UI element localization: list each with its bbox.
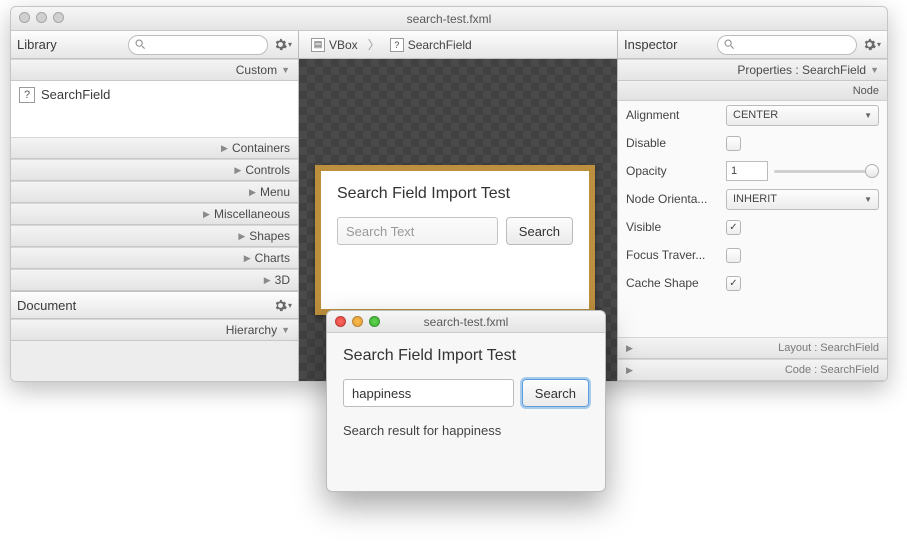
prop-row-disable: Disable (618, 129, 887, 157)
gear-icon (863, 38, 876, 51)
prop-row-opacity: Opacity 1 (618, 157, 887, 185)
window-title: search-test.fxml (407, 12, 492, 26)
prop-row-focus: Focus Traver... (618, 241, 887, 269)
chevron-right-icon: ▶ (626, 365, 633, 376)
library-menu-button[interactable]: ▾ (274, 36, 292, 54)
library-section-shapes[interactable]: ▶Shapes (11, 225, 298, 247)
library-section-custom[interactable]: Custom ▼ (11, 59, 298, 81)
chevron-down-icon: ▾ (288, 301, 292, 310)
chevron-right-icon: ▶ (238, 231, 245, 242)
zoom-icon[interactable] (369, 316, 380, 327)
opacity-slider[interactable] (774, 161, 879, 181)
disable-checkbox[interactable] (726, 136, 741, 151)
preview-search-button[interactable]: Search (522, 379, 589, 407)
selected-component[interactable]: Search Field Import Test Search Text Sea… (315, 165, 595, 315)
preview-window-controls (335, 316, 380, 327)
prop-row-node-orientation: Node Orienta... INHERIT▼ (618, 185, 887, 213)
document-menu-button[interactable]: ▾ (274, 296, 292, 314)
gear-icon (274, 38, 287, 51)
chevron-down-icon: ▼ (864, 111, 872, 120)
inspector-footer: ▶ Layout : SearchField ▶ Code : SearchFi… (618, 337, 887, 381)
chevron-down-icon: ▼ (864, 195, 872, 204)
inspector-section-layout[interactable]: ▶ Layout : SearchField (618, 337, 887, 359)
prop-row-visible: Visible ✓ (618, 213, 887, 241)
inspector-body: Node Alignment CENTER▼ Disable Opacity 1 (618, 81, 887, 337)
unknown-component-icon: ? (390, 38, 404, 52)
search-icon (724, 39, 735, 50)
library-custom-body: ? SearchField (11, 81, 298, 137)
prop-row-alignment: Alignment CENTER▼ (618, 101, 887, 129)
alignment-combo[interactable]: CENTER▼ (726, 105, 879, 126)
unknown-component-icon: ? (19, 87, 35, 103)
chevron-right-icon: ▶ (249, 187, 256, 198)
chevron-down-icon: ▼ (281, 325, 290, 335)
inspector-section-code[interactable]: ▶ Code : SearchField (618, 359, 887, 381)
gear-icon (274, 299, 287, 312)
close-icon[interactable] (335, 316, 346, 327)
document-title: Document (17, 298, 76, 313)
chevron-down-icon: ▾ (288, 40, 292, 49)
chevron-right-icon: ▶ (234, 165, 241, 176)
close-icon[interactable] (19, 12, 30, 23)
zoom-icon[interactable] (53, 12, 64, 23)
main-titlebar[interactable]: search-test.fxml (11, 7, 887, 31)
library-header: Library ▾ (11, 31, 298, 59)
preview-titlebar[interactable]: search-test.fxml (327, 311, 605, 333)
canvas-heading: Search Field Import Test (337, 185, 573, 203)
chevron-down-icon: ▾ (877, 40, 881, 49)
search-text-field[interactable]: Search Text (337, 217, 498, 245)
chevron-right-icon: ▶ (221, 143, 228, 154)
preview-title: search-test.fxml (424, 315, 509, 329)
library-section-containers[interactable]: ▶Containers (11, 137, 298, 159)
library-title: Library (17, 37, 57, 52)
breadcrumb-item-searchfield[interactable]: ? SearchField (386, 36, 476, 54)
inspector-title: Inspector (624, 37, 677, 52)
breadcrumb: ▤ VBox 〉 ? SearchField (299, 31, 617, 59)
window-controls (19, 12, 64, 23)
chevron-right-icon: ▶ (626, 343, 633, 354)
focus-traversable-checkbox[interactable] (726, 248, 741, 263)
chevron-right-icon: ▶ (203, 209, 210, 220)
library-section-charts[interactable]: ▶Charts (11, 247, 298, 269)
document-section-hierarchy[interactable]: Hierarchy ▼ (11, 319, 298, 341)
chevron-right-icon: ▶ (244, 253, 251, 264)
chevron-down-icon: ▼ (281, 65, 290, 75)
breadcrumb-item-vbox[interactable]: ▤ VBox (307, 36, 362, 54)
library-search-input[interactable] (128, 35, 268, 55)
visible-checkbox[interactable]: ✓ (726, 220, 741, 235)
inspector-panel: Inspector ▾ Properties : SearchField ▼ N… (617, 31, 887, 381)
document-header: Document ▾ (11, 291, 298, 319)
minimize-icon[interactable] (36, 12, 47, 23)
search-result-text: Search result for happiness (343, 423, 589, 438)
preview-body: Search Field Import Test happiness Searc… (327, 333, 605, 452)
chevron-down-icon: ▼ (870, 65, 879, 75)
search-button[interactable]: Search (506, 217, 573, 245)
library-section-miscellaneous[interactable]: ▶Miscellaneous (11, 203, 298, 225)
library-item-searchfield[interactable]: SearchField (41, 87, 110, 102)
slider-thumb-icon[interactable] (865, 164, 879, 178)
node-orientation-combo[interactable]: INHERIT▼ (726, 189, 879, 210)
inspector-section-properties[interactable]: Properties : SearchField ▼ (618, 59, 887, 81)
inspector-search-input[interactable] (717, 35, 857, 55)
search-icon (135, 39, 146, 50)
minimize-icon[interactable] (352, 316, 363, 327)
chevron-right-icon: ▶ (264, 275, 271, 286)
prop-row-cache-shape: Cache Shape ✓ (618, 269, 887, 297)
breadcrumb-separator-icon: 〉 (368, 36, 380, 53)
inspector-header: Inspector ▾ (618, 31, 887, 59)
preview-window[interactable]: search-test.fxml Search Field Import Tes… (326, 310, 606, 492)
preview-heading: Search Field Import Test (343, 347, 589, 365)
vbox-icon: ▤ (311, 38, 325, 52)
library-panel: Library ▾ Custom ▼ ? SearchField ▶Contai… (11, 31, 299, 381)
preview-search-input[interactable]: happiness (343, 379, 514, 407)
inspector-node-subheader: Node (618, 81, 887, 101)
inspector-menu-button[interactable]: ▾ (863, 36, 881, 54)
library-section-3d[interactable]: ▶3D (11, 269, 298, 291)
library-section-menu[interactable]: ▶Menu (11, 181, 298, 203)
opacity-input[interactable]: 1 (726, 161, 768, 181)
cache-shape-checkbox[interactable]: ✓ (726, 276, 741, 291)
library-section-controls[interactable]: ▶Controls (11, 159, 298, 181)
